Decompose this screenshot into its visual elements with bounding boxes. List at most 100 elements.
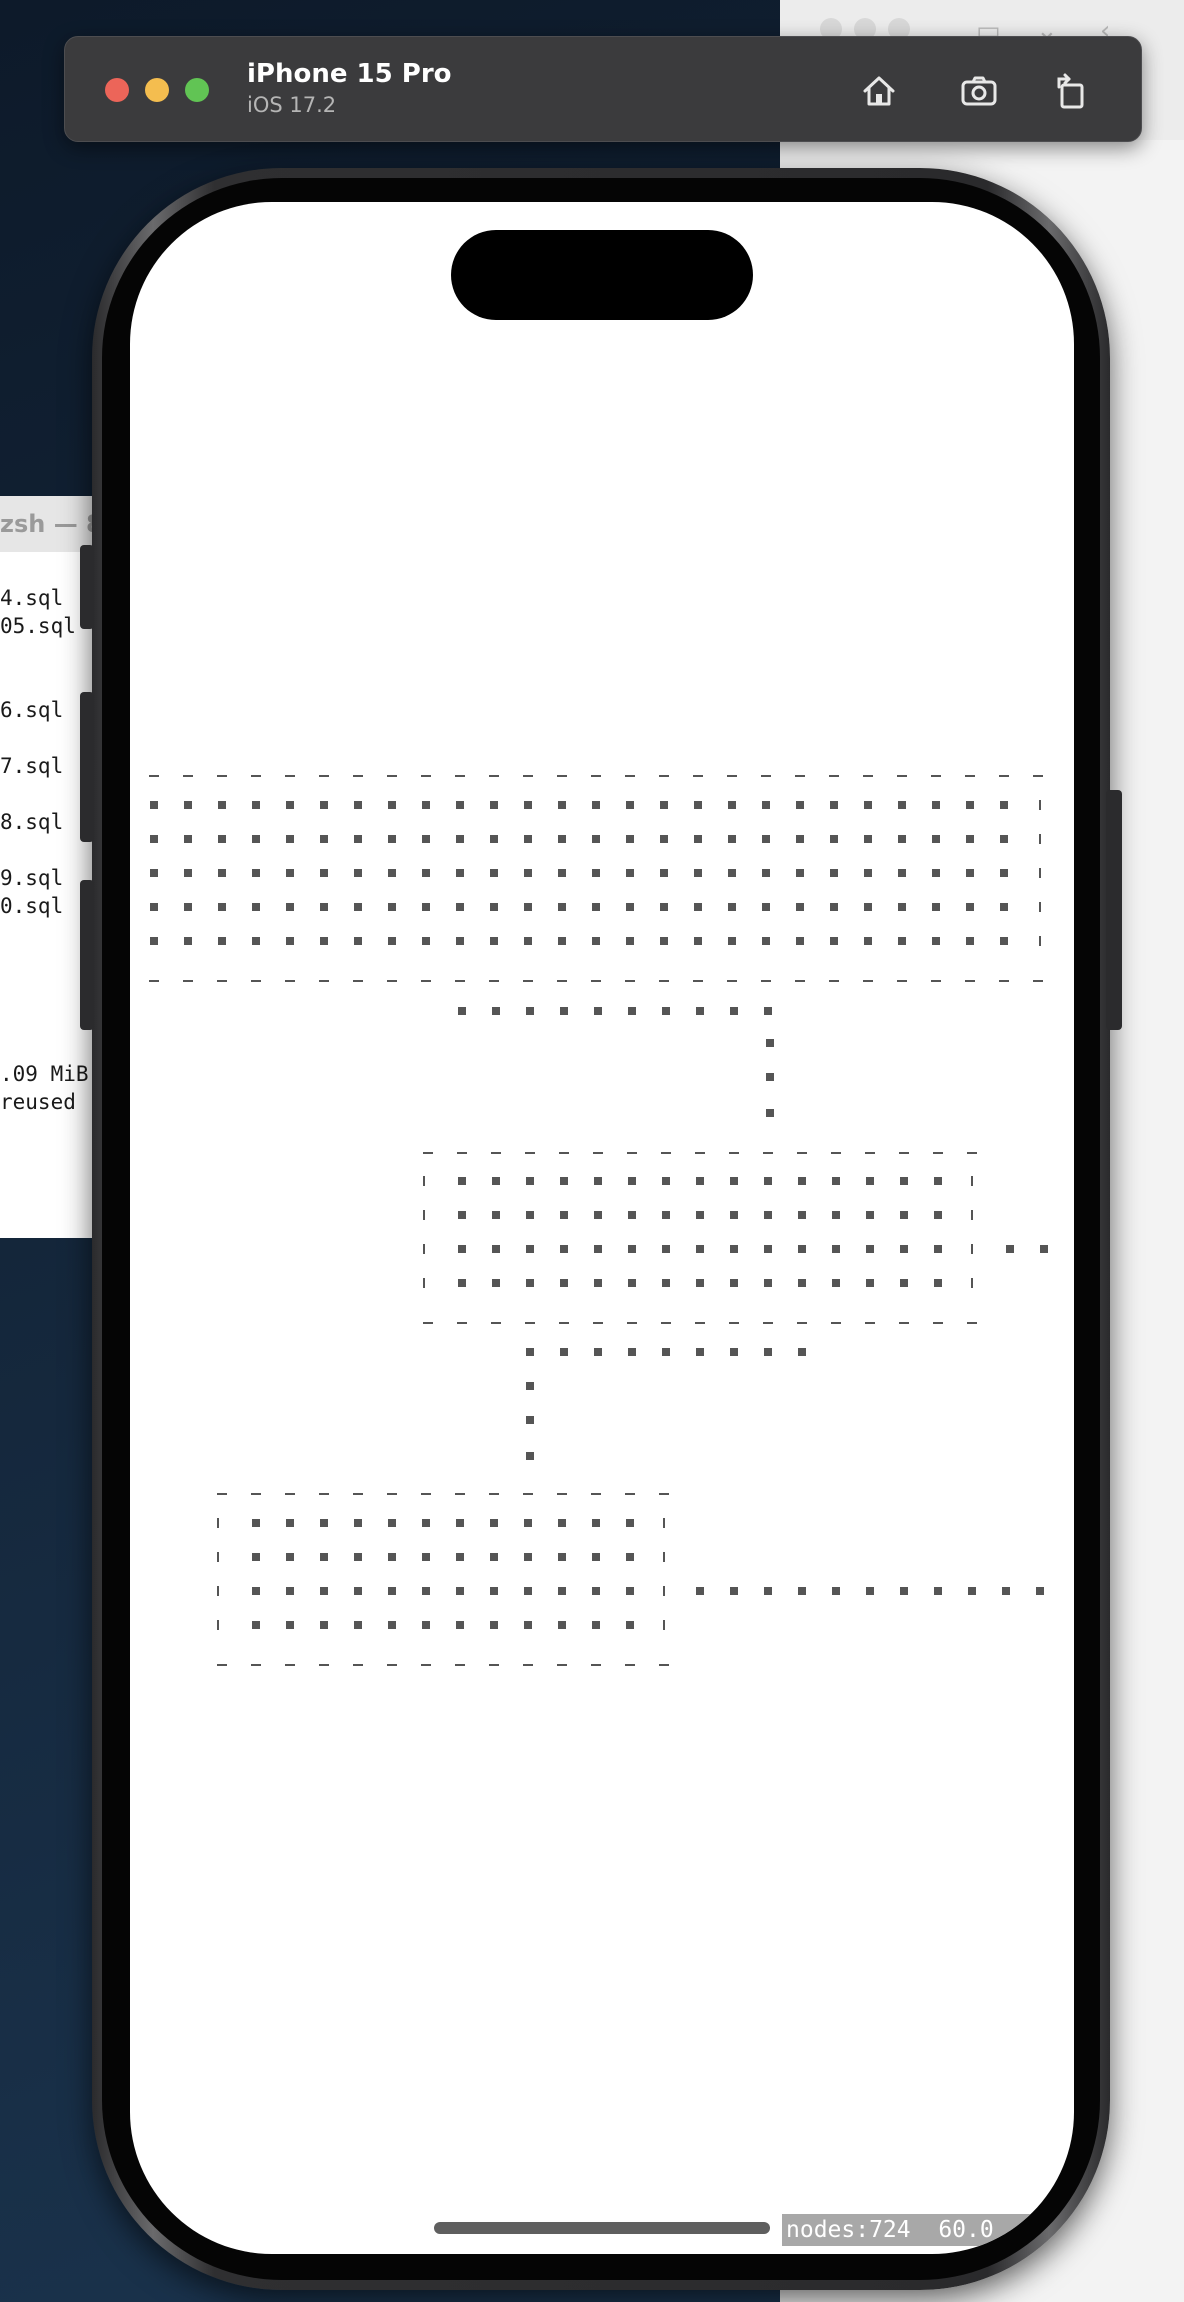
node-cell (796, 869, 804, 877)
edge-dot (628, 1007, 636, 1015)
node-cell (796, 801, 804, 809)
graph-border-dash (251, 1493, 261, 1495)
node-cell (388, 869, 396, 877)
node-cell (966, 903, 974, 911)
graph-border-dash (285, 1493, 295, 1495)
node-cell (592, 903, 600, 911)
edge-dot (1002, 1587, 1010, 1595)
node-cell (456, 903, 464, 911)
terminal-line: 05.sql (0, 614, 76, 638)
home-button[interactable] (853, 65, 905, 117)
node-cell (422, 869, 430, 877)
edge-dot (730, 1587, 738, 1595)
node-cell (966, 937, 974, 945)
graph-border-dash (693, 775, 703, 777)
terminal-window[interactable]: zsh — 8 4.sql 05.sql 6.sql 7.sql 8.sql 9… (0, 496, 92, 1238)
node-cell (626, 835, 634, 843)
graph-border-tick (971, 1244, 973, 1254)
node-cell (594, 1279, 602, 1287)
node-cell (762, 937, 770, 945)
home-indicator[interactable] (434, 2222, 770, 2234)
window-close-button[interactable] (105, 78, 129, 102)
node-cell (934, 1177, 942, 1185)
node-cell (490, 1553, 498, 1561)
node-cell (592, 1587, 600, 1595)
graph-border-dash (627, 1322, 637, 1324)
edge-dot (798, 1348, 806, 1356)
simulator-toolbar[interactable]: iPhone 15 Pro iOS 17.2 (64, 36, 1142, 142)
node-cell (422, 1621, 430, 1629)
node-cell (458, 1177, 466, 1185)
node-cell (662, 1177, 670, 1185)
node-cell (490, 1519, 498, 1527)
node-cell (320, 869, 328, 877)
node-cell (388, 835, 396, 843)
node-cell (558, 1587, 566, 1595)
node-cell (660, 801, 668, 809)
graph-border-dash (829, 980, 839, 982)
window-zoom-button[interactable] (185, 78, 209, 102)
edge-dot (764, 1587, 772, 1595)
node-cell (796, 937, 804, 945)
node-cell (320, 937, 328, 945)
node-graph[interactable] (130, 202, 1074, 2254)
device-screen[interactable]: nodes:724 60.0 (130, 202, 1074, 2254)
node-cell (1000, 801, 1008, 809)
node-cell (354, 1587, 362, 1595)
node-cell (764, 1211, 772, 1219)
edge-dot (662, 1007, 670, 1015)
node-cell (320, 1553, 328, 1561)
node-cell (456, 1553, 464, 1561)
node-cell (864, 801, 872, 809)
node-cell (286, 835, 294, 843)
node-cell (252, 1587, 260, 1595)
node-cell (660, 937, 668, 945)
window-minimize-button[interactable] (145, 78, 169, 102)
node-cell (626, 1587, 634, 1595)
node-cell (490, 1621, 498, 1629)
graph-border-dash (727, 775, 737, 777)
node-cell (354, 869, 362, 877)
rotate-button[interactable] (1045, 65, 1097, 117)
node-cell (594, 1211, 602, 1219)
node-cell (660, 903, 668, 911)
node-cell (354, 801, 362, 809)
edge-dot (766, 1073, 774, 1081)
graph-border-dash (183, 775, 193, 777)
node-cell (456, 801, 464, 809)
graph-border-dash (729, 1322, 739, 1324)
node-cell (524, 1519, 532, 1527)
graph-border-dash (557, 1664, 567, 1666)
node-cell (762, 869, 770, 877)
graph-border-dash (387, 1664, 397, 1666)
graph-border-dash (1033, 775, 1043, 777)
graph-border-dash (625, 980, 635, 982)
edge-dot (594, 1348, 602, 1356)
node-cell (150, 937, 158, 945)
graph-border-tick (423, 1244, 425, 1254)
graph-border-dash (455, 980, 465, 982)
graph-border-dash (965, 980, 975, 982)
node-cell (830, 835, 838, 843)
graph-border-dash (525, 1152, 535, 1154)
graph-border-dash (797, 1152, 807, 1154)
volume-down-button[interactable] (80, 880, 94, 1030)
edge-dot (832, 1587, 840, 1595)
volume-up-button[interactable] (80, 692, 94, 842)
graph-border-dash (423, 1322, 433, 1324)
node-cell (150, 835, 158, 843)
node-cell (490, 801, 498, 809)
action-button[interactable] (80, 545, 94, 629)
node-cell (252, 801, 260, 809)
node-cell (456, 1621, 464, 1629)
node-cell (932, 835, 940, 843)
power-button[interactable] (1106, 790, 1122, 1030)
node-cell (252, 937, 260, 945)
node-cell (694, 937, 702, 945)
graph-border-tick (423, 1176, 425, 1186)
node-cell (422, 1519, 430, 1527)
node-cell (524, 937, 532, 945)
node-cell (422, 801, 430, 809)
graph-border-dash (319, 775, 329, 777)
screenshot-button[interactable] (953, 65, 1005, 117)
